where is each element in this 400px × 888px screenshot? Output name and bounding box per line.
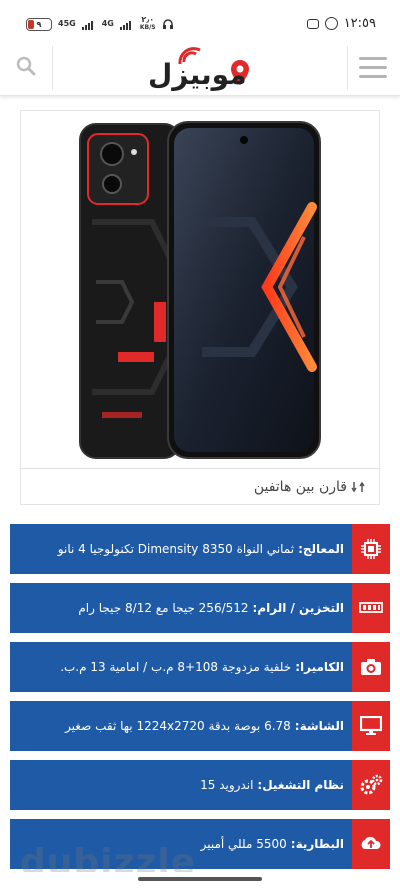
spec-label: المعالج: [298,542,344,556]
spec-value: 5500 مللي أمبير [200,837,287,851]
search-icon [16,56,36,76]
signal-icon-2 [119,20,131,30]
header-divider-right [347,46,348,90]
spec-label: التخزين / الرام: [252,601,344,615]
spec-label: البطارية: [290,837,344,851]
status-bar: ٩ 45G 4G ٢٫٠ KB/S ١٢:٥٩ [0,0,400,42]
spec-value: 256/512 جيجا مع 8/12 جيجا رام [78,601,249,615]
spec-row-storage: التخزين / الرام: 256/512 جيجا مع 8/12 جي… [10,583,390,633]
search-button[interactable] [10,50,42,82]
camera-icon [352,642,390,692]
clock: ١٢:٥٩ [343,16,376,31]
header-divider-left [52,46,53,90]
network-4g: 4G [101,19,114,28]
spec-text: الشاشة: 6.78 بوصة بدقة 1224x2720 بها ثقب… [18,701,344,751]
product-card: قارن بين هاتفين [20,110,380,505]
whatsapp-icon [324,17,338,30]
system-nav-bar [0,872,400,888]
monitor-icon [352,701,390,751]
spec-text: نظام التشغيل: اندرويد 15 [18,760,344,810]
menu-bar-2 [359,65,387,69]
gears-icon [352,760,390,810]
site-header: موبيزل [0,42,400,96]
site-logo[interactable]: موبيزل [130,44,270,92]
network-45g: 45G [58,19,76,28]
product-image[interactable] [22,112,378,468]
menu-bar-3 [359,74,387,78]
status-right: ١٢:٥٩ [306,16,376,31]
status-left: ٩ 45G 4G ٢٫٠ KB/S [26,16,174,32]
spec-text: المعالج: ثماني النواة Dimensity 8350 تكن… [18,524,344,574]
spec-value: 6.78 بوصة بدقة 1224x2720 بها ثقب صغير [65,719,291,733]
spec-label: نظام التشغيل: [257,778,344,792]
battery-level: ٩ [36,19,42,29]
spec-value: اندرويد 15 [200,778,254,792]
headphones-icon [162,19,173,29]
spec-label: الشاشة: [294,719,344,733]
spec-value: خلفية مزدوجة 108+8 م.ب / امامية 13 م.ب. [60,660,292,674]
logo-text: موبيزل [148,58,248,91]
memory-icon [352,583,390,633]
spec-value: ثماني النواة Dimensity 8350 تكنولوجيا 4 … [57,542,295,556]
youtube-icon [306,18,319,29]
spec-text: الكاميرا: خلفية مزدوجة 108+8 م.ب / امامي… [18,642,344,692]
compare-phones-link[interactable]: قارن بين هاتفين [21,468,379,504]
compare-label: قارن بين هاتفين [253,478,347,495]
menu-bar-1 [359,56,387,60]
spec-label: الكاميرا: [295,660,344,674]
spec-row-camera: الكاميرا: خلفية مزدوجة 108+8 م.ب / امامي… [10,642,390,692]
net-speed-value: ٢٫٠ [141,15,155,24]
processor-icon [352,524,390,574]
compare-icon [351,481,365,492]
battery-upload-icon [352,819,390,869]
spec-row-processor: المعالج: ثماني النواة Dimensity 8350 تكن… [10,524,390,574]
spec-text: التخزين / الرام: 256/512 جيجا مع 8/12 جي… [18,583,344,633]
signal-icon [81,20,93,30]
spec-row-screen: الشاشة: 6.78 بوصة بدقة 1224x2720 بها ثقب… [10,701,390,751]
battery-icon: ٩ [26,17,52,31]
net-speed-unit: KB/S [139,24,156,31]
spec-row-os: نظام التشغيل: اندرويد 15 [10,760,390,810]
home-gesture-bar[interactable] [138,877,262,881]
menu-button[interactable] [356,50,390,84]
